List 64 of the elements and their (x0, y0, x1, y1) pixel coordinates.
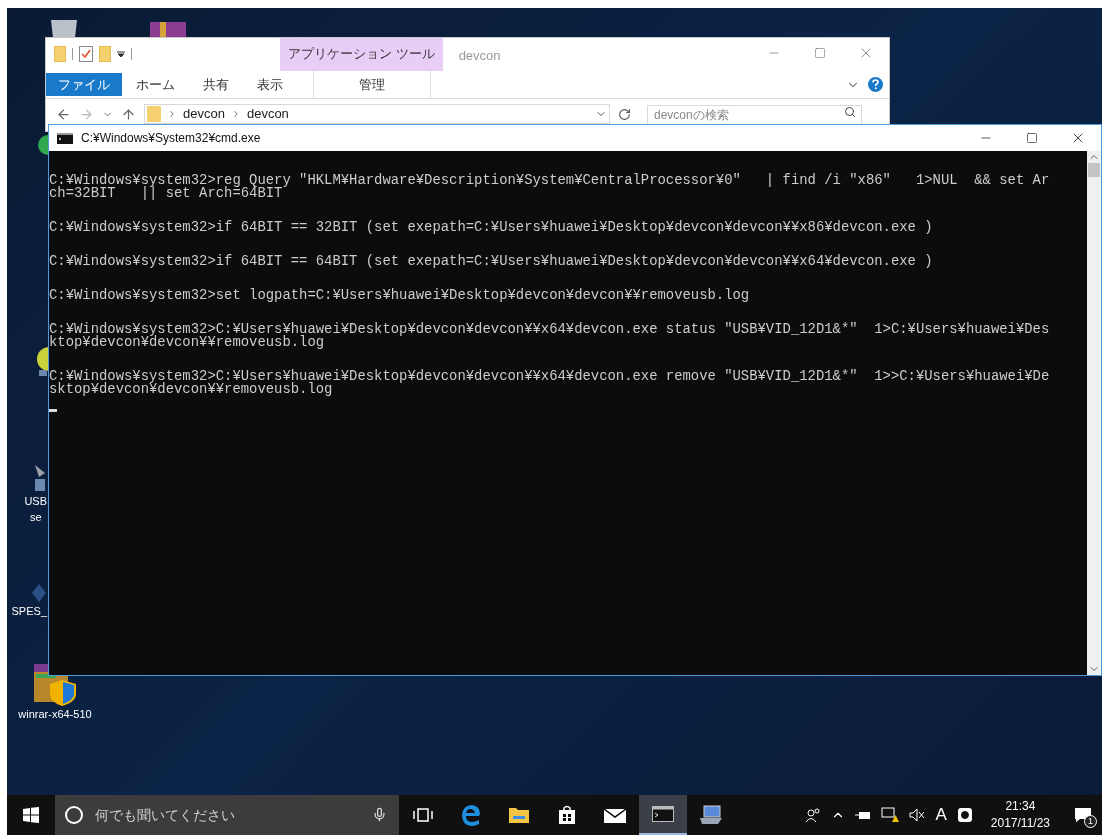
task-view-icon (413, 807, 433, 823)
ime-icon[interactable] (956, 807, 973, 823)
console-line: C:¥Windows¥system32>set logpath=C:¥Users¥huawei¥Desktop¥devcon¥devcon¥¥removeusb.log (49, 289, 751, 302)
speaker-muted-icon[interactable] (909, 808, 926, 822)
console-line: C:¥Windows¥system32>if 64BIT == 64BIT (set exepath=C:¥Users¥huawei¥Desktop¥devcon¥devcon¥¥x64¥devcon.exe ) (49, 255, 934, 268)
scrollbar[interactable] (1087, 151, 1101, 675)
properties-icon[interactable] (79, 46, 93, 62)
icon-label: winrar-x64-510 (18, 707, 92, 722)
maximize-icon (1026, 132, 1038, 144)
text-cursor (49, 409, 57, 412)
folder-icon (508, 806, 530, 824)
console-line: C:¥Windows¥system32>C:¥Users¥huawei¥Desktop¥devcon¥devcon¥¥x64¥devcon.exe status "USB¥VID_12D1&*" 1>C:¥Users¥huawei¥Des (49, 323, 1051, 336)
cortana-ring-icon (65, 806, 83, 824)
window-title: devcon (458, 47, 501, 65)
dropdown-icon[interactable] (117, 50, 125, 58)
up-icon[interactable] (121, 106, 136, 122)
folder-icon (147, 106, 161, 122)
console-line: ch=32BIT || set Arch=64BIT (49, 187, 283, 200)
chevron-icon (167, 109, 177, 119)
taskbar-app[interactable] (639, 795, 687, 835)
ribbon-tab[interactable]: 管理 (313, 70, 431, 99)
setup-icon (33, 463, 47, 493)
address-bar[interactable]: devcon devcon (144, 104, 610, 124)
battery-plug-icon[interactable] (855, 809, 872, 821)
breadcrumb-item[interactable]: devcon (183, 104, 225, 124)
icon-label: USB (24, 494, 47, 509)
help-icon[interactable] (868, 77, 883, 92)
scrollbar-thumb[interactable] (1088, 163, 1100, 177)
terminal-icon (57, 132, 73, 144)
ribbon-tab[interactable]: ホーム (122, 73, 189, 96)
network-warning-icon[interactable] (881, 807, 900, 823)
archive-icon (150, 20, 186, 38)
people-icon[interactable] (805, 807, 822, 823)
console-line: sktop¥devcon¥devcon¥¥removeusb.log (49, 383, 333, 396)
clock[interactable]: 21:34 2017/11/23 (982, 798, 1058, 832)
search-icon (844, 106, 856, 118)
console-line: ktop¥devcon¥devcon¥¥removeusb.log (49, 336, 325, 349)
back-icon[interactable] (56, 106, 71, 122)
refresh-icon[interactable] (618, 107, 631, 121)
browser-e-icon (460, 804, 482, 826)
ribbon-tab[interactable]: 表示 (243, 73, 297, 96)
input-mode-indicator[interactable]: A (935, 802, 947, 828)
breadcrumb-item[interactable]: devcon (246, 104, 289, 124)
search-field[interactable]: 何でも聞いてください (55, 795, 399, 835)
app-icon (37, 134, 49, 156)
computer-icon (698, 804, 724, 826)
envelope-icon (603, 806, 627, 824)
ribbon-tab[interactable]: ファイル (46, 73, 122, 96)
icon-label: se (29, 510, 42, 525)
context-tab-group: アプリケーション ツール (280, 38, 443, 71)
console-line: C:¥Windows¥system32>C:¥Users¥huawei¥Desktop¥devcon¥devcon¥¥x64¥devcon.exe remove "USB¥VID_12D1&*" 1>>C:¥Users¥huawei¥De (49, 370, 1051, 383)
icon-label: SPES_ (11, 604, 47, 619)
shopping-bag-icon (557, 805, 577, 825)
console-line: C:¥Windows¥system32>reg Query "HKLM¥Hardware¥Description¥System¥CentralProcessor¥0" | find /i "x86" 1>NUL && set Ar (49, 174, 1051, 187)
windows-logo-icon (23, 807, 39, 823)
ribbon-tab[interactable]: 共有 (189, 73, 243, 96)
window-title: C:¥Windows¥System32¥cmd.exe (81, 130, 261, 147)
maximize-icon (814, 47, 826, 59)
terminal-icon (652, 806, 674, 822)
console-line: C:¥Windows¥system32>if 64BIT == 32BIT (set exepath=C:¥Users¥huawei¥Desktop¥devcon¥devcon¥¥x86¥devcon.exe ) (49, 221, 934, 234)
search-field[interactable]: devconの検索 (647, 105, 862, 125)
microphone-icon[interactable] (372, 807, 387, 822)
notification-badge: 1 (1084, 815, 1097, 828)
app-icon (37, 346, 49, 376)
